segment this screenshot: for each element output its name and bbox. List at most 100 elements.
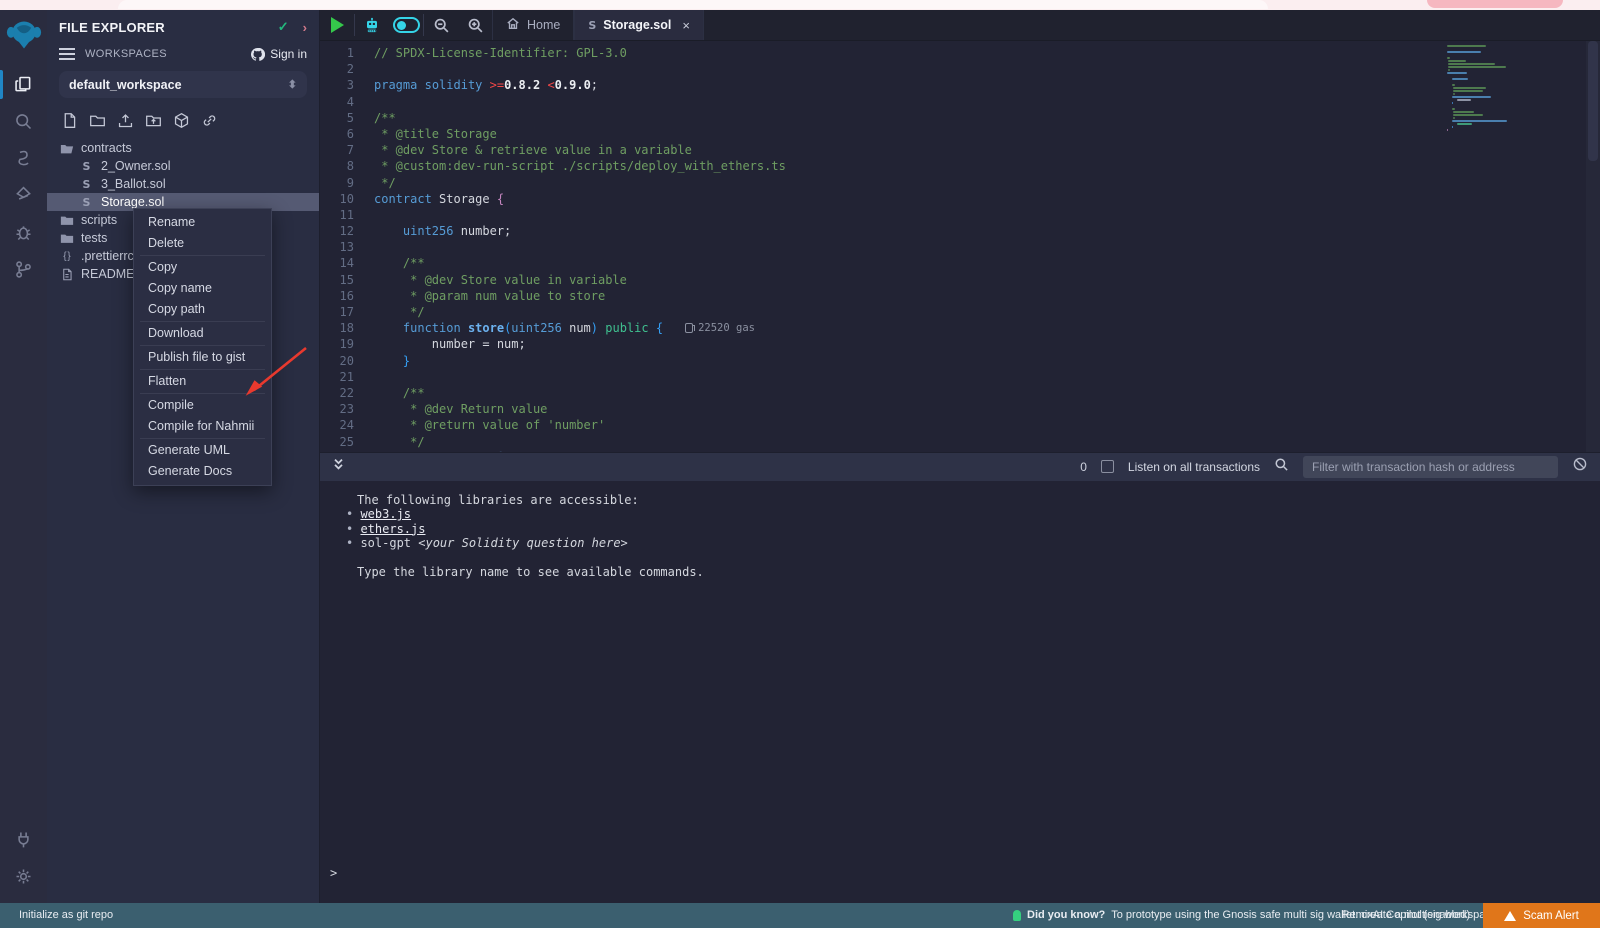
copilot-status[interactable]: RemixAI Copilot (enabled): [1342, 909, 1470, 921]
code-line-15[interactable]: 15 * @dev Store value in variable: [320, 272, 1600, 288]
new-file-icon[interactable]: [61, 112, 78, 129]
terminal-search-icon: [1274, 457, 1289, 477]
code-line-10[interactable]: 10contract Storage {: [320, 191, 1600, 207]
new-folder-icon[interactable]: [89, 112, 106, 129]
folder-open-icon: [59, 142, 74, 155]
solidity-icon: S: [79, 178, 94, 191]
code-line-9[interactable]: 9 */: [320, 175, 1600, 191]
gas-estimate: 22520 gas: [685, 320, 755, 336]
chevron-right-icon[interactable]: ›: [303, 20, 307, 35]
workspace-stepper-icon: ⬍: [288, 78, 297, 91]
code-line-7[interactable]: 7 * @dev Store & retrieve value in a var…: [320, 142, 1600, 158]
code-line-16[interactable]: 16 * @param num value to store: [320, 288, 1600, 304]
code-line-26[interactable]: 26 function retrieve() public view retur…: [320, 450, 1600, 452]
remix-logo[interactable]: [6, 18, 42, 52]
tab-home[interactable]: Home: [492, 10, 574, 40]
gas-estimate: 2415 gas: [786, 450, 850, 452]
zoom-in-button[interactable]: [458, 10, 492, 40]
tree-item-3-ballot-sol[interactable]: S3_Ballot.sol: [47, 175, 319, 193]
code-editor[interactable]: 1// SPDX-License-Identifier: GPL-3.023pr…: [320, 41, 1600, 452]
workspaces-menu-icon[interactable]: [59, 48, 75, 60]
collapse-terminal-icon[interactable]: [332, 457, 345, 476]
terminal-library-link[interactable]: web3.js: [320, 507, 1600, 522]
scam-alert-badge[interactable]: Scam Alert: [1483, 903, 1600, 928]
code-line-19[interactable]: 19 number = num;: [320, 336, 1600, 352]
solidity-compiler-icon[interactable]: [0, 140, 47, 177]
tree-item-2-owner-sol[interactable]: S2_Owner.sol: [47, 157, 319, 175]
run-script-button[interactable]: [320, 10, 354, 40]
code-line-21[interactable]: 21: [320, 369, 1600, 385]
menu-item-compile-for-nahmii[interactable]: Compile for Nahmii: [134, 416, 271, 437]
listen-transactions-checkbox[interactable]: [1101, 460, 1114, 473]
code-line-23[interactable]: 23 * @dev Return value: [320, 401, 1600, 417]
search-icon[interactable]: [0, 103, 47, 140]
code-line-25[interactable]: 25 */: [320, 434, 1600, 450]
close-tab-icon[interactable]: ×: [682, 18, 690, 33]
code-line-2[interactable]: 2: [320, 61, 1600, 77]
code-line-18[interactable]: 18 function store(uint256 num) public {2…: [320, 320, 1600, 336]
minimap[interactable]: [1447, 45, 1522, 132]
workspace-select[interactable]: default_workspace ⬍: [59, 71, 307, 98]
copilot-toggle[interactable]: [389, 10, 423, 40]
ai-copilot-button[interactable]: [355, 10, 389, 40]
ipfs-box-icon[interactable]: [173, 112, 190, 129]
deploy-run-icon[interactable]: [0, 177, 47, 214]
code-line-5[interactable]: 5/**: [320, 110, 1600, 126]
menu-item-copy-path[interactable]: Copy path: [134, 299, 271, 320]
code-line-3[interactable]: 3pragma solidity >=0.8.2 <0.9.0;: [320, 77, 1600, 93]
upload-file-icon[interactable]: [117, 112, 134, 129]
code-line-22[interactable]: 22 /**: [320, 385, 1600, 401]
menu-item-generate-uml[interactable]: Generate UML: [134, 440, 271, 461]
tab-storage-sol[interactable]: S Storage.sol ×: [574, 10, 704, 40]
upload-folder-icon[interactable]: [145, 112, 162, 129]
zoom-out-button[interactable]: [424, 10, 458, 40]
icon-rail: [0, 10, 47, 903]
code-line-4[interactable]: 4: [320, 94, 1600, 110]
transaction-filter-input[interactable]: [1303, 456, 1558, 478]
code-line-11[interactable]: 11: [320, 207, 1600, 223]
terminal-text-line: Type the library name to see available c…: [320, 565, 1600, 580]
terminal-header: 0 Listen on all transactions: [320, 452, 1600, 481]
git-icon[interactable]: [0, 251, 47, 288]
code-line-17[interactable]: 17 */: [320, 304, 1600, 320]
check-icon[interactable]: ✓: [278, 19, 289, 35]
debugger-icon[interactable]: [0, 214, 47, 251]
settings-icon[interactable]: [0, 858, 47, 895]
workspace-selected-value: default_workspace: [69, 78, 182, 92]
code-line-8[interactable]: 8 * @custom:dev-run-script ./scripts/dep…: [320, 158, 1600, 174]
menu-item-delete[interactable]: Delete: [134, 233, 271, 254]
code-line-6[interactable]: 6 * @title Storage: [320, 126, 1600, 142]
toggle-on-icon: [393, 17, 420, 33]
code-line-12[interactable]: 12 uint256 number;: [320, 223, 1600, 239]
terminal-blank-line: [320, 551, 1600, 566]
menu-item-generate-docs[interactable]: Generate Docs: [134, 461, 271, 482]
code-line-14[interactable]: 14 /**: [320, 255, 1600, 271]
menu-item-copy[interactable]: Copy: [134, 257, 271, 278]
code-line-13[interactable]: 13: [320, 239, 1600, 255]
clear-console-icon[interactable]: [1572, 456, 1588, 477]
panel-title: FILE EXPLORER: [59, 20, 278, 35]
git-init-status[interactable]: Initialize as git repo: [19, 909, 113, 921]
terminal-prompt[interactable]: >: [330, 866, 337, 881]
menu-item-rename[interactable]: Rename: [134, 212, 271, 233]
plugin-manager-icon[interactable]: [0, 821, 47, 858]
braces-icon: { }: [59, 251, 74, 262]
solidity-icon: S: [79, 196, 94, 209]
folder-icon: [59, 232, 74, 245]
solidity-file-icon: S: [588, 19, 596, 32]
file-explorer-icon[interactable]: [0, 66, 47, 103]
sign-in-button[interactable]: Sign in: [250, 47, 307, 61]
terminal-library-link[interactable]: ethers.js: [320, 522, 1600, 537]
tree-item-contracts[interactable]: contracts: [47, 139, 319, 157]
code-line-20[interactable]: 20 }: [320, 353, 1600, 369]
code-line-24[interactable]: 24 * @return value of 'number': [320, 417, 1600, 433]
menu-item-copy-name[interactable]: Copy name: [134, 278, 271, 299]
play-icon: [331, 17, 344, 33]
code-line-1[interactable]: 1// SPDX-License-Identifier: GPL-3.0: [320, 45, 1600, 61]
terminal-output[interactable]: The following libraries are accessible:w…: [320, 481, 1600, 904]
editor-scrollbar[interactable]: [1586, 41, 1600, 452]
browser-chrome-strip: [0, 0, 1600, 10]
robot-icon: [362, 15, 382, 35]
listen-transactions-label: Listen on all transactions: [1128, 460, 1260, 474]
link-icon[interactable]: [201, 112, 218, 129]
